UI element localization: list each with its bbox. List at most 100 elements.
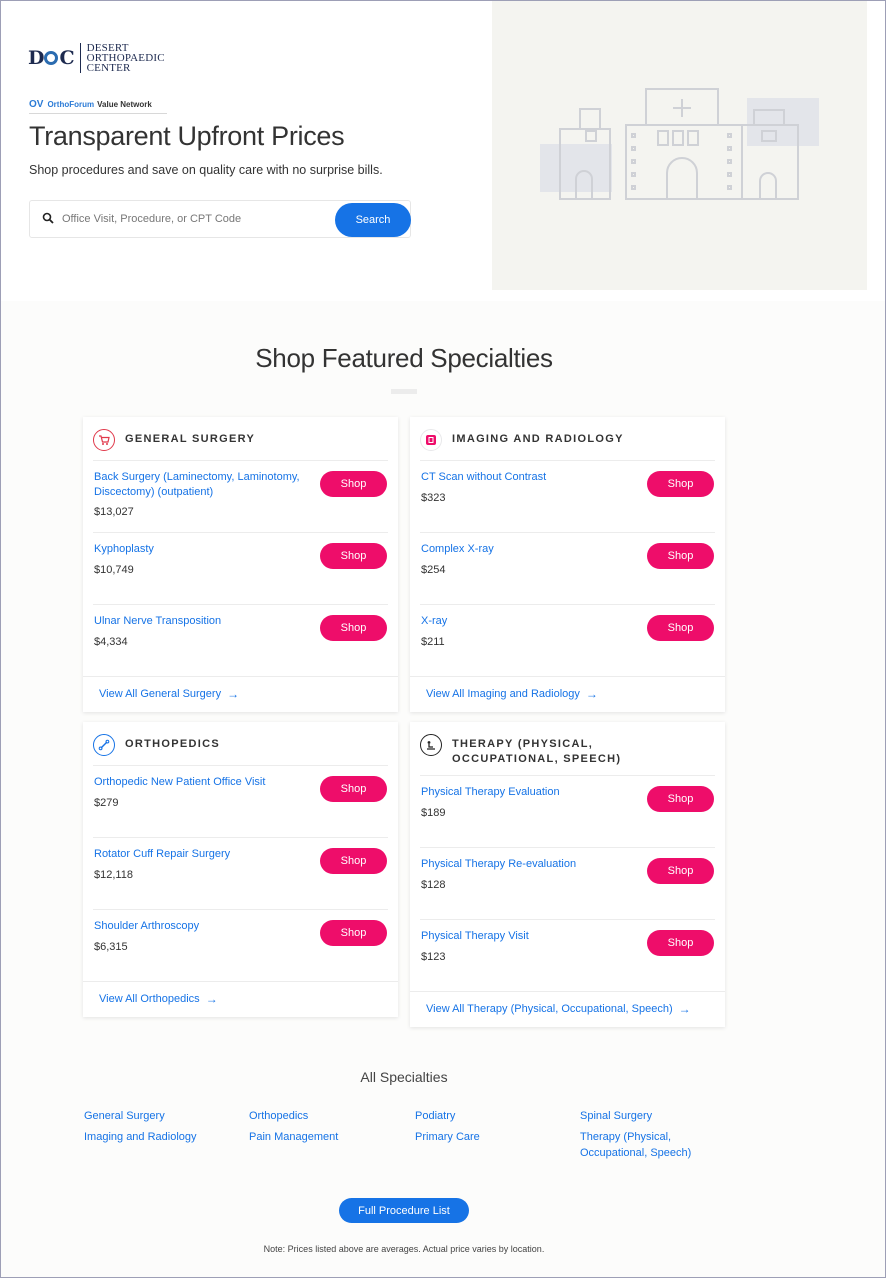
specialty-link-orthopedics[interactable]: Orthopedics bbox=[249, 1108, 308, 1124]
view-all-imaging-link[interactable]: View All Imaging and Radiology → bbox=[426, 687, 598, 701]
card-header: THERAPY (PHYSICAL, OCCUPATIONAL, SPEECH) bbox=[420, 734, 715, 767]
specialty-link-imaging-radiology[interactable]: Imaging and Radiology bbox=[84, 1129, 197, 1145]
procedure-price: $6,315 bbox=[94, 941, 128, 953]
procedure-link[interactable]: Physical Therapy Evaluation bbox=[421, 785, 631, 800]
cart-icon bbox=[93, 429, 115, 451]
specialty-link-pain-management[interactable]: Pain Management bbox=[249, 1129, 338, 1145]
procedure-row: Physical Therapy Visit $123 Shop bbox=[420, 919, 715, 991]
shop-button[interactable]: Shop bbox=[647, 615, 714, 641]
procedure-price: $4,334 bbox=[94, 636, 128, 648]
procedure-price: $189 bbox=[421, 807, 446, 819]
shop-button[interactable]: Shop bbox=[320, 471, 387, 497]
shop-button[interactable]: Shop bbox=[647, 786, 714, 812]
procedure-row: Shoulder Arthroscopy $6,315 Shop bbox=[93, 909, 388, 981]
page-title: Transparent Upfront Prices bbox=[29, 121, 345, 151]
procedure-link[interactable]: Kyphoplasty bbox=[94, 542, 304, 557]
view-all-orthopedics-link[interactable]: View All Orthopedics → bbox=[99, 992, 218, 1006]
shop-button[interactable]: Shop bbox=[647, 930, 714, 956]
procedure-link[interactable]: Physical Therapy Re-evaluation bbox=[421, 857, 631, 872]
card-title: THERAPY (PHYSICAL, OCCUPATIONAL, SPEECH) bbox=[452, 738, 622, 765]
card-title: ORTHOPEDICS bbox=[125, 738, 220, 750]
specialty-card-orthopedics: ORTHOPEDICS Orthopedic New Patient Offic… bbox=[83, 722, 398, 1017]
arrow-right-icon: → bbox=[227, 687, 240, 701]
procedure-link[interactable]: X-ray bbox=[421, 614, 631, 629]
arrow-right-icon: → bbox=[678, 1002, 691, 1016]
page-subtitle: Shop procedures and save on quality care… bbox=[29, 163, 383, 177]
desert-orthopaedic-logo[interactable]: DC Desert Orthopaedic Center bbox=[28, 42, 165, 74]
procedure-row: Physical Therapy Re-evaluation $128 Shop bbox=[420, 847, 715, 919]
view-all-general-surgery-link[interactable]: View All General Surgery → bbox=[99, 687, 239, 701]
shop-button[interactable]: Shop bbox=[320, 776, 387, 802]
title-underline bbox=[391, 389, 417, 394]
orthoforum-network-badge: OV OrthoForum Value Network bbox=[29, 99, 167, 114]
procedure-row: Rotator Cuff Repair Surgery $12,118 Shop bbox=[93, 837, 388, 909]
procedure-link[interactable]: Ulnar Nerve Transposition bbox=[94, 614, 304, 629]
procedure-link[interactable]: CT Scan without Contrast bbox=[421, 470, 631, 485]
search-button[interactable]: Search bbox=[335, 203, 411, 237]
card-title: GENERAL SURGERY bbox=[125, 433, 256, 445]
arrow-right-icon: → bbox=[585, 687, 598, 701]
logo-mark: DC bbox=[28, 47, 75, 69]
ov-logo-icon: OV bbox=[29, 99, 44, 110]
procedure-price: $12,118 bbox=[94, 869, 133, 881]
shop-button[interactable]: Shop bbox=[320, 543, 387, 569]
xray-icon bbox=[420, 429, 442, 451]
featured-specialties-title: Shop Featured Specialties bbox=[255, 343, 553, 373]
specialty-card-therapy: THERAPY (PHYSICAL, OCCUPATIONAL, SPEECH)… bbox=[410, 722, 725, 1027]
view-all-row: View All General Surgery → bbox=[83, 676, 398, 712]
procedure-price: $279 bbox=[94, 797, 119, 809]
shop-button[interactable]: Shop bbox=[647, 471, 714, 497]
shop-button[interactable]: Shop bbox=[647, 543, 714, 569]
all-specialties-title: All Specialties bbox=[360, 1069, 448, 1085]
full-procedure-list-button[interactable]: Full Procedure List bbox=[339, 1198, 469, 1223]
procedure-link[interactable]: Complex X-ray bbox=[421, 542, 631, 557]
procedure-link[interactable]: Back Surgery (Laminectomy, Laminotomy, D… bbox=[94, 470, 304, 500]
specialty-card-imaging-radiology: IMAGING AND RADIOLOGY CT Scan without Co… bbox=[410, 417, 725, 712]
search-input[interactable] bbox=[62, 209, 332, 229]
procedure-price: $323 bbox=[421, 492, 446, 504]
procedure-link[interactable]: Physical Therapy Visit bbox=[421, 929, 631, 944]
specialty-link-podiatry[interactable]: Podiatry bbox=[415, 1108, 455, 1124]
search-icon bbox=[42, 212, 54, 224]
logo-divider bbox=[79, 43, 81, 73]
view-all-row: View All Therapy (Physical, Occupational… bbox=[410, 991, 725, 1027]
procedure-link[interactable]: Orthopedic New Patient Office Visit bbox=[94, 775, 314, 790]
hospital-buildings-icon bbox=[540, 88, 819, 200]
procedure-link[interactable]: Shoulder Arthroscopy bbox=[94, 919, 304, 934]
network-orthoforum: OrthoForum bbox=[47, 100, 95, 109]
view-all-row: View All Orthopedics → bbox=[83, 981, 398, 1017]
procedure-price: $211 bbox=[421, 636, 445, 648]
specialty-link-therapy[interactable]: Therapy (Physical, Occupational, Speech) bbox=[580, 1129, 700, 1161]
procedure-price: $128 bbox=[421, 879, 446, 891]
specialty-link-primary-care[interactable]: Primary Care bbox=[415, 1129, 480, 1145]
procedure-link[interactable]: Rotator Cuff Repair Surgery bbox=[94, 847, 304, 862]
shop-button[interactable]: Shop bbox=[320, 848, 387, 874]
view-all-row: View All Imaging and Radiology → bbox=[410, 676, 725, 712]
logo-wordmark: Desert Orthopaedic Center bbox=[86, 42, 165, 74]
procedure-row: Physical Therapy Evaluation $189 Shop bbox=[420, 775, 715, 847]
procedure-row: Orthopedic New Patient Office Visit $279… bbox=[93, 765, 388, 837]
shop-button[interactable]: Shop bbox=[647, 858, 714, 884]
card-header: IMAGING AND RADIOLOGY bbox=[420, 429, 715, 451]
specialty-link-general-surgery[interactable]: General Surgery bbox=[84, 1108, 165, 1124]
network-label: Value Network bbox=[97, 100, 152, 109]
search-bar: Search bbox=[29, 200, 411, 238]
card-title: IMAGING AND RADIOLOGY bbox=[452, 433, 624, 445]
procedure-price: $13,027 bbox=[94, 506, 134, 518]
card-header: GENERAL SURGERY bbox=[93, 429, 388, 451]
therapy-icon bbox=[420, 734, 442, 756]
procedure-row: Complex X-ray $254 Shop bbox=[420, 532, 715, 604]
shop-button[interactable]: Shop bbox=[320, 920, 387, 946]
shop-button[interactable]: Shop bbox=[320, 615, 387, 641]
procedure-price: $10,749 bbox=[94, 564, 134, 576]
card-header: ORTHOPEDICS bbox=[93, 734, 388, 756]
procedure-row: Kyphoplasty $10,749 Shop bbox=[93, 532, 388, 604]
view-all-therapy-link[interactable]: View All Therapy (Physical, Occupational… bbox=[426, 1002, 691, 1016]
procedure-row: Back Surgery (Laminectomy, Laminotomy, D… bbox=[93, 460, 388, 532]
procedure-price: $123 bbox=[421, 951, 446, 963]
hospital-illustration bbox=[492, 1, 867, 290]
bone-icon bbox=[93, 734, 115, 756]
procedure-row: Ulnar Nerve Transposition $4,334 Shop bbox=[93, 604, 388, 676]
price-note: Note: Prices listed above are averages. … bbox=[263, 1244, 545, 1254]
specialty-link-spinal-surgery[interactable]: Spinal Surgery bbox=[580, 1108, 652, 1124]
